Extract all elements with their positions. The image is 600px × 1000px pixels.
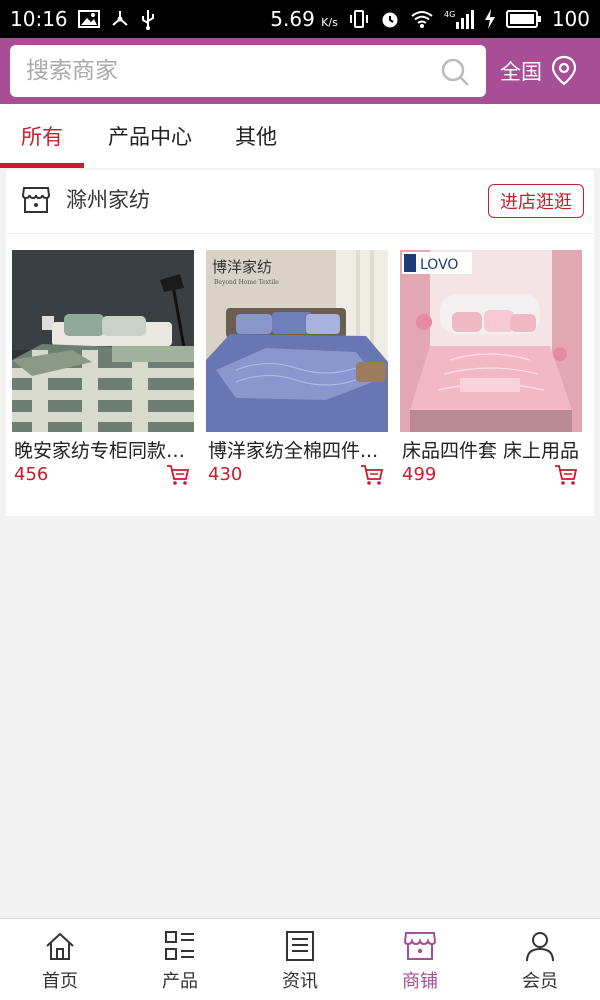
- news-icon: [286, 931, 314, 961]
- grid-list-icon: [165, 931, 194, 960]
- cart-icon[interactable]: [360, 464, 384, 486]
- product-name[interactable]: 博洋家纺全棉四件...: [208, 436, 388, 464]
- bottom-navigation: 首页 产品 资讯 商铺 会员: [0, 918, 600, 1000]
- wifi-icon: [410, 9, 434, 29]
- tab-all[interactable]: 所有: [0, 104, 84, 168]
- store-card: 滁州家纺 进店逛逛 晚安家纺专柜同款2... 456 博洋家纺 Beyond H…: [6, 170, 594, 516]
- active-tab-indicator: [0, 163, 84, 168]
- product-name[interactable]: 晚安家纺专柜同款2...: [14, 436, 194, 464]
- product-price: 499: [402, 464, 437, 485]
- tab-product-center[interactable]: 产品中心: [84, 104, 216, 168]
- store-name[interactable]: 滁州家纺: [66, 170, 150, 230]
- tab-all-label: 所有: [21, 125, 63, 149]
- usb-icon: [140, 8, 156, 30]
- cart-icon[interactable]: [554, 464, 578, 486]
- store-icon: [21, 187, 51, 213]
- nav-news-label: 资讯: [282, 971, 318, 992]
- network-type-label: 4G: [444, 10, 455, 19]
- tab-other-label: 其他: [235, 125, 277, 149]
- product-card[interactable]: 博洋家纺 Beyond Home Textile 博洋家纺全棉四件... 430: [206, 250, 388, 500]
- home-icon: [46, 932, 74, 960]
- product-list: 晚安家纺专柜同款2... 456 博洋家纺 Beyond Home Textil…: [6, 250, 594, 500]
- product-name[interactable]: 床品四件套 床上用品: [402, 436, 582, 464]
- product-image-brand-subtext: Beyond Home Textile: [214, 279, 279, 286]
- product-image-brand-text: 博洋家纺: [212, 258, 272, 276]
- cart-icon[interactable]: [166, 464, 190, 486]
- product-image-pink-lace-bedding[interactable]: LOVO: [400, 250, 582, 432]
- alarm-icon: [380, 9, 400, 29]
- product-image-green-plaid-bedding[interactable]: [12, 250, 194, 432]
- network-speed: 5.69 K/s: [270, 7, 338, 31]
- product-image-brand-text: LOVO: [420, 257, 458, 273]
- nav-member[interactable]: 会员: [480, 919, 600, 1000]
- product-image-blue-jacquard-bedding[interactable]: 博洋家纺 Beyond Home Textile: [206, 250, 388, 432]
- tab-other[interactable]: 其他: [216, 104, 296, 168]
- charging-icon: [484, 9, 496, 29]
- status-bar: 10:16 5.69 K/s 4G 100: [0, 0, 600, 38]
- search-icon[interactable]: [440, 57, 470, 87]
- product-card[interactable]: 晚安家纺专柜同款2... 456: [12, 250, 194, 500]
- nav-home[interactable]: 首页: [0, 919, 120, 1000]
- image-notification-icon: [77, 10, 100, 28]
- status-time: 10:16: [10, 7, 68, 31]
- battery-level: 100: [551, 7, 590, 31]
- nav-products-label: 产品: [162, 971, 198, 992]
- nav-stores[interactable]: 商铺: [360, 919, 480, 1000]
- tab-product-center-label: 产品中心: [108, 125, 192, 149]
- nav-stores-label: 商铺: [402, 971, 438, 992]
- search-header: 全国: [0, 38, 600, 104]
- region-selector[interactable]: 全国: [500, 38, 592, 104]
- visit-store-button[interactable]: 进店逛逛: [488, 184, 584, 218]
- nav-news[interactable]: 资讯: [240, 919, 360, 1000]
- share-notification-icon: [110, 9, 130, 29]
- category-tabs: 所有 产品中心 其他: [0, 104, 600, 168]
- signal-icon: 4G: [444, 8, 474, 30]
- search-box[interactable]: [10, 45, 486, 97]
- location-pin-icon: [551, 55, 577, 86]
- search-input[interactable]: [26, 45, 426, 97]
- store-icon: [403, 932, 437, 960]
- battery-icon: [505, 10, 542, 28]
- network-speed-value: 5.69: [270, 7, 315, 31]
- region-label: 全国: [500, 60, 542, 84]
- nav-products[interactable]: 产品: [120, 919, 240, 1000]
- nav-member-label: 会员: [522, 971, 558, 992]
- store-header: 滁州家纺 进店逛逛: [6, 170, 594, 234]
- network-speed-unit: K/s: [321, 16, 338, 29]
- vibrate-icon: [348, 9, 370, 29]
- nav-home-label: 首页: [42, 971, 78, 992]
- product-card[interactable]: LOVO 床品四件套 床上用品 499: [400, 250, 582, 500]
- user-icon: [526, 932, 554, 962]
- product-price: 456: [14, 464, 49, 485]
- product-price: 430: [208, 464, 243, 485]
